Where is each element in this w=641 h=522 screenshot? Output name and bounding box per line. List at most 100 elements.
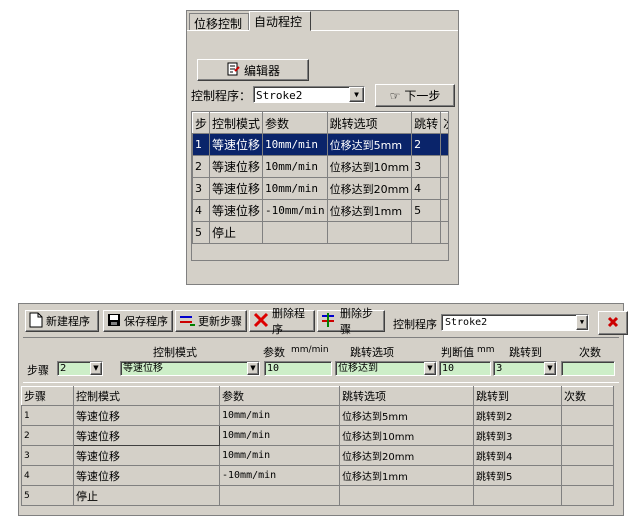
cell: 跳转到2 (473, 405, 562, 426)
cell: 跳转到5 (473, 465, 562, 486)
control-program-label: 控制程序 (393, 318, 437, 331)
cell: 3 (192, 177, 211, 200)
delete-step-button[interactable]: 删除步骤 (317, 307, 385, 336)
table-row[interactable]: 5 停止 (192, 221, 448, 244)
program-step-grid[interactable]: 步骤 控制模式 参数 跳转选项 跳转到 次数 1 等速位移 10mm/min 位… (21, 386, 621, 515)
col-header[interactable]: 步骤 (21, 386, 74, 406)
cell (339, 485, 474, 506)
program-step-table: 步骤 控制模式 参数 跳转选项 跳转到 次数 1 等速位移 10mm/min 位… (21, 386, 614, 506)
cell: 位移达到5mm (326, 133, 413, 156)
update-step-button[interactable]: 更新步骤 (175, 310, 247, 332)
cell: 3 (411, 155, 442, 178)
jump-option-select[interactable]: 位移达到 ▼ (335, 361, 437, 376)
cell: 10mm/min (219, 445, 340, 466)
next-step-button[interactable]: ☞ 下一步 (375, 84, 455, 107)
chevron-down-icon[interactable]: ▼ (544, 362, 556, 375)
cell: 停止 (73, 485, 220, 506)
cell: 4 (192, 199, 211, 222)
cell (561, 485, 614, 506)
update-step-label: 更新步骤 (198, 315, 242, 328)
close-button[interactable] (598, 311, 628, 335)
tab-position-control[interactable]: 位移控制 (189, 13, 249, 31)
tab-auto-program[interactable]: 自动程控 (249, 11, 311, 31)
cell: 3 (21, 445, 74, 466)
cell (561, 445, 614, 466)
cell (440, 199, 448, 222)
editor-button[interactable]: 编辑器 (197, 59, 309, 81)
update-step-icon (179, 313, 195, 330)
cell: 10mm/min (262, 133, 328, 156)
col-header[interactable]: 次数 (561, 386, 614, 406)
col-header[interactable]: 跳转选项 (326, 112, 413, 134)
cell: 位移达到10mm (326, 155, 413, 178)
col-header[interactable]: 步 (192, 112, 211, 134)
cell (473, 485, 562, 506)
next-step-label: 下一步 (404, 89, 441, 103)
chevron-down-icon[interactable]: ▼ (247, 362, 259, 375)
col-header[interactable]: 参数 (262, 112, 328, 134)
editor-icon (226, 62, 240, 79)
cell (440, 177, 448, 200)
count-label: 次数 (579, 346, 601, 359)
cell (440, 155, 448, 178)
chevron-down-icon[interactable]: ▼ (424, 362, 436, 375)
chevron-down-icon[interactable]: ▼ (90, 362, 102, 375)
table-row[interactable]: 3 等速位移 10mm/min 位移达到20mm 4 (192, 177, 448, 200)
step-table: 步 控制模式 参数 跳转选项 跳转 次 1 等速位移 10mm/min 位移达到… (192, 112, 448, 244)
step-select[interactable]: 2 ▼ (57, 361, 103, 376)
cell (440, 133, 448, 156)
program-label: 控制程序： (191, 89, 252, 103)
table-row[interactable]: 3 等速位移 10mm/min 位移达到20mm 跳转到4 (21, 445, 614, 466)
tab-body: 编辑器 控制程序： Stroke2 ▼ ☞ 下一步 步 控制模式 参数 跳转选项… (187, 30, 458, 284)
save-icon (107, 313, 121, 330)
program-select[interactable]: Stroke2 ▼ (253, 86, 365, 103)
col-header[interactable]: 控制模式 (209, 112, 264, 134)
cell: 位移达到20mm (339, 445, 474, 466)
param-input[interactable]: 10 (264, 361, 332, 376)
table-row[interactable]: 5 停止 (21, 485, 614, 506)
cell: 等速位移 (209, 155, 264, 178)
judge-unit: mm (477, 345, 495, 355)
chevron-down-icon[interactable]: ▼ (576, 315, 588, 330)
cell: 5 (21, 485, 74, 506)
cell: 跳转到4 (473, 445, 562, 466)
close-icon (607, 316, 619, 331)
table-row[interactable]: 1 等速位移 10mm/min 位移达到5mm 跳转到2 (21, 405, 614, 426)
control-program-select[interactable]: Stroke2 ▼ (441, 314, 589, 331)
col-header[interactable]: 跳转选项 (339, 386, 474, 406)
delete-program-label: 删除程序 (272, 307, 305, 336)
judge-value-input[interactable]: 10 (439, 361, 491, 376)
col-header[interactable]: 次 (440, 112, 448, 134)
delete-step-icon (321, 312, 337, 331)
cell: 跳转到3 (473, 425, 562, 446)
cell: 等速位移 (73, 405, 220, 426)
table-row[interactable]: 4 等速位移 -10mm/min 位移达到1mm 5 (192, 199, 448, 222)
step-grid[interactable]: 步 控制模式 参数 跳转选项 跳转 次 1 等速位移 10mm/min 位移达到… (191, 111, 449, 261)
editor-button-label: 编辑器 (243, 63, 280, 78)
table-row[interactable]: 2 等速位移 10mm/min 位移达到10mm 跳转到3 (21, 425, 614, 446)
mode-select-value: 等速位移 (123, 363, 163, 374)
cell: -10mm/min (219, 465, 340, 486)
col-header[interactable]: 参数 (219, 386, 340, 406)
col-header[interactable]: 跳转 (411, 112, 442, 134)
mode-select[interactable]: 等速位移 ▼ (120, 361, 260, 376)
cell (440, 221, 448, 244)
save-program-button[interactable]: 保存程序 (103, 310, 173, 332)
cell: 4 (21, 465, 74, 486)
cell: 等速位移 (209, 177, 264, 200)
col-header[interactable]: 控制模式 (73, 386, 220, 406)
cell: 10mm/min (219, 425, 340, 446)
new-program-label: 新建程序 (46, 315, 90, 328)
delete-program-button[interactable]: 删除程序 (249, 307, 315, 336)
cell: 等速位移 (209, 199, 264, 222)
table-row[interactable]: 4 等速位移 -10mm/min 位移达到1mm 跳转到5 (21, 465, 614, 486)
count-input[interactable] (561, 361, 615, 376)
cell (411, 221, 442, 244)
chevron-down-icon[interactable]: ▼ (349, 87, 364, 102)
new-program-button[interactable]: 新建程序 (25, 310, 99, 332)
table-row[interactable]: 1 等速位移 10mm/min 位移达到5mm 2 (192, 133, 448, 156)
jump-to-select[interactable]: 3 ▼ (493, 361, 557, 376)
cell: 位移达到20mm (326, 177, 413, 200)
col-header[interactable]: 跳转到 (473, 386, 562, 406)
table-row[interactable]: 2 等速位移 10mm/min 位移达到10mm 3 (192, 155, 448, 178)
